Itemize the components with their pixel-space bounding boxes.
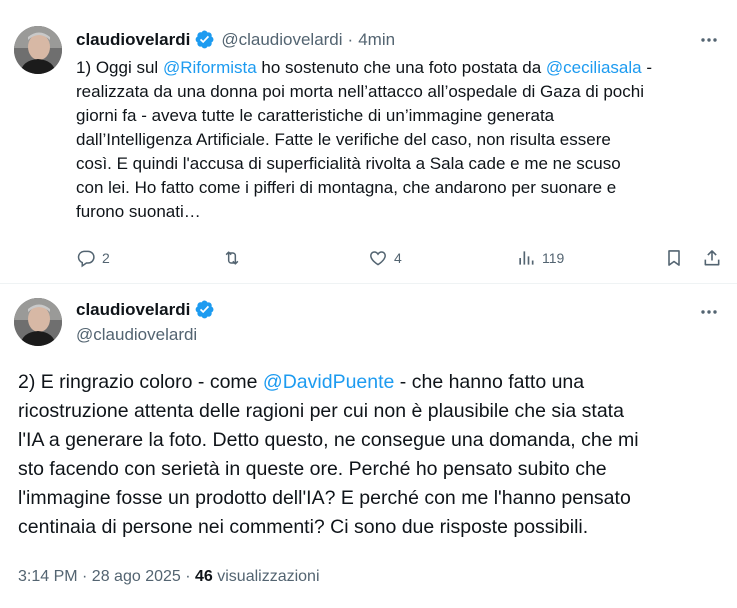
share-button[interactable]	[702, 245, 722, 271]
text-segment: -	[641, 58, 652, 77]
text-line: centinaia di persone nei commenti? Ci so…	[18, 513, 718, 542]
separator: ·	[347, 29, 354, 49]
tweet-time[interactable]: 4min	[358, 30, 395, 50]
more-options-icon[interactable]	[699, 30, 719, 50]
text-segment: dall’Intelligenza Artificiale. Fatte le …	[76, 130, 611, 149]
text-line: 1) Oggi sul @Riformista ho sostenuto che…	[76, 56, 726, 80]
text-segment: l'immagine fosse un prodotto dell'IA? E …	[18, 487, 631, 509]
retweet-button[interactable]	[222, 245, 248, 271]
text-segment: l'IA a generare la foto. Detto questo, n…	[18, 429, 639, 451]
reply-button[interactable]: 2	[76, 245, 110, 271]
views-count: 46	[195, 568, 213, 585]
verified-badge-icon	[194, 299, 215, 320]
action-bar: 2 4 119	[76, 245, 726, 271]
avatar[interactable]	[14, 298, 62, 346]
verified-badge-icon	[194, 29, 215, 50]
text-line: sto facendo con serietà in queste ore. P…	[18, 455, 718, 484]
share-icon	[704, 250, 720, 266]
like-button[interactable]: 4	[368, 245, 402, 271]
tweet-2-author: claudiovelardi @claudiovelardi	[76, 299, 215, 345]
like-count: 4	[394, 250, 402, 266]
more-options-icon[interactable]	[699, 302, 719, 322]
text-segment: ricostruzione attenta delle ragioni per …	[18, 400, 624, 422]
views-label: visualizzazioni	[212, 568, 320, 585]
author-name[interactable]: claudiovelardi	[76, 30, 190, 50]
retweet-icon	[225, 251, 239, 265]
tweet-meta: 3:14 PM · 28 ago 2025 · 46 visualizzazio…	[18, 568, 320, 586]
tweet-text: 1) Oggi sul @Riformista ho sostenuto che…	[76, 56, 726, 224]
views-count: 119	[542, 250, 565, 266]
mention-link[interactable]: @ceciliasala	[546, 58, 642, 77]
text-segment: sto facendo con serietà in queste ore. P…	[18, 458, 607, 480]
text-segment: furono suonati…	[76, 202, 201, 221]
text-line: giorni fa - aveva tutte le caratteristic…	[76, 104, 726, 128]
text-segment: giorni fa - aveva tutte le caratteristic…	[76, 106, 555, 125]
bookmark-button[interactable]	[664, 245, 684, 271]
tweet-text: 2) E ringrazio coloro - come @DavidPuent…	[18, 368, 718, 542]
text-line: 2) E ringrazio coloro - come @DavidPuent…	[18, 368, 718, 397]
reply-icon	[77, 250, 95, 268]
like-icon	[370, 251, 386, 266]
reply-count: 2	[102, 250, 110, 266]
avatar[interactable]	[14, 26, 62, 74]
text-line: così. E quindi l'accusa di superficialit…	[76, 152, 726, 176]
views-button[interactable]: 119	[516, 245, 564, 271]
tweet-header: claudiovelardi @claudiovelardi · 4min	[76, 29, 395, 50]
text-line: dall’Intelligenza Artificiale. Fatte le …	[76, 128, 726, 152]
tweet-1[interactable]: claudiovelardi @claudiovelardi · 4min 1)…	[0, 0, 737, 284]
author-name[interactable]: claudiovelardi	[76, 300, 190, 320]
text-line: furono suonati…	[76, 200, 726, 224]
text-line: l'IA a generare la foto. Detto questo, n…	[18, 426, 718, 455]
text-segment: realizzata da una donna poi morta nell’a…	[76, 82, 644, 101]
timestamp[interactable]: 3:14 PM · 28 ago 2025 ·	[18, 568, 195, 585]
mention-link[interactable]: @DavidPuente	[263, 371, 394, 393]
text-line: ricostruzione attenta delle ragioni per …	[18, 397, 718, 426]
text-line: l'immagine fosse un prodotto dell'IA? E …	[18, 484, 718, 513]
mention-link[interactable]: @Riformista	[163, 58, 257, 77]
bookmark-icon	[668, 250, 680, 266]
text-segment: così. E quindi l'accusa di superficialit…	[76, 154, 621, 173]
author-handle[interactable]: @claudiovelardi	[221, 30, 342, 50]
text-segment: 2) E ringrazio coloro - come	[18, 371, 263, 393]
text-line: realizzata da una donna poi morta nell’a…	[76, 80, 726, 104]
text-segment: 1) Oggi sul	[76, 58, 163, 77]
text-segment: - che hanno fatto una	[394, 371, 585, 393]
text-segment: con lei. Ho fatto come i pifferi di mont…	[76, 178, 617, 197]
text-line: con lei. Ho fatto come i pifferi di mont…	[76, 176, 726, 200]
views-icon	[519, 251, 534, 265]
text-segment: ho sostenuto che una foto postata da	[256, 58, 546, 77]
author-handle[interactable]: @claudiovelardi	[76, 325, 215, 345]
text-segment: centinaia di persone nei commenti? Ci so…	[18, 516, 589, 538]
